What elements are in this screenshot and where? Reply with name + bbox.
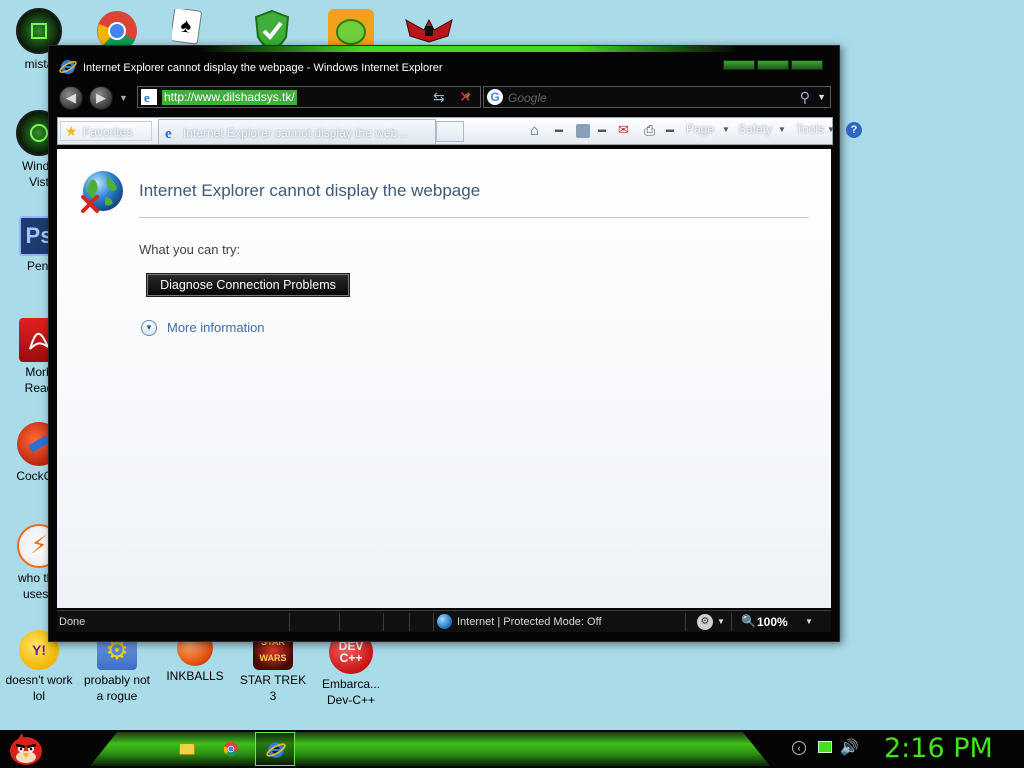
new-tab-button[interactable] <box>436 121 464 142</box>
status-separator <box>433 613 434 631</box>
search-options-dropdown-icon[interactable]: ▼ <box>817 92 826 102</box>
safety-menu[interactable]: Safety <box>738 122 772 136</box>
status-separator <box>409 613 410 631</box>
home-icon[interactable]: ⌂ <box>530 122 546 139</box>
forward-button[interactable]: ▶ <box>89 86 113 110</box>
internet-zone-icon <box>437 614 452 629</box>
status-bar: Done Internet | Protected Mode: Off ⚙ ▼ … <box>57 610 831 632</box>
title-bar[interactable]: Internet Explorer cannot display the web… <box>49 54 839 82</box>
ie-page-icon: e <box>141 89 157 105</box>
refresh-icon[interactable]: ⇆ <box>433 89 445 106</box>
page-menu[interactable]: Page <box>686 122 714 136</box>
folder-icon <box>179 743 195 755</box>
desktop-icon-eagle[interactable] <box>404 14 454 44</box>
status-separator <box>731 613 732 631</box>
tray-expand-icon[interactable]: ‹ <box>792 741 806 755</box>
window-controls <box>723 60 823 72</box>
desktop-icon-label: Embarca... Dev-C++ <box>321 677 381 707</box>
desktop-icon-label: probably not a rogue <box>83 673 151 703</box>
page-menu-dropdown-icon[interactable]: ▼ <box>722 125 730 134</box>
title-divider <box>139 217 809 218</box>
zoom-level[interactable]: 100% <box>757 615 788 629</box>
page-title: Internet Explorer cannot display the web… <box>139 181 481 200</box>
help-icon[interactable]: ? <box>846 122 862 138</box>
tab-label: Internet Explorer cannot display the web… <box>183 126 408 140</box>
window-title: Internet Explorer cannot display the web… <box>83 62 443 74</box>
tools-menu[interactable]: Tools <box>796 122 824 136</box>
maximize-button[interactable] <box>757 60 789 70</box>
ie-page-icon: e <box>165 126 172 140</box>
status-separator <box>339 613 340 631</box>
feeds-dropdown-icon[interactable]: ▬ <box>598 125 606 134</box>
address-url[interactable]: http://www.dilshadsys.tk/ <box>162 90 297 105</box>
command-bar: ★ Favorites e Internet Explorer cannot d… <box>57 117 862 145</box>
desktop-icon-label: INKBALLS <box>166 669 224 683</box>
window-glow <box>199 46 739 52</box>
tab-current[interactable]: e Internet Explorer cannot display the w… <box>158 119 436 144</box>
favorites-star-icon: ★ <box>65 123 78 139</box>
favorites-button[interactable]: ★ Favorites <box>60 121 152 141</box>
desktop-icon-solitaire[interactable]: ♠ <box>172 9 206 45</box>
more-information-link[interactable]: More information <box>167 320 265 335</box>
taskbar-explorer-button[interactable] <box>174 736 200 762</box>
chrome-icon <box>97 11 137 45</box>
taskbar: ‹ 🔊 2:16 PM <box>0 730 1024 768</box>
page-content: Internet Explorer cannot display the web… <box>57 149 831 608</box>
zoom-dropdown-icon[interactable]: ▼ <box>805 617 813 626</box>
what-you-can-try-label: What you can try: <box>139 242 241 257</box>
stop-icon[interactable]: ✕ <box>459 88 472 106</box>
svg-text:e: e <box>165 126 172 140</box>
search-box[interactable]: G Google ⚲ ▼ <box>483 86 831 108</box>
search-icon[interactable]: ⚲ <box>800 89 810 106</box>
recent-pages-dropdown[interactable]: ▼ <box>119 93 128 103</box>
close-button[interactable] <box>791 60 823 70</box>
safety-menu-dropdown-icon[interactable]: ▼ <box>778 125 786 134</box>
status-separator <box>383 613 384 631</box>
taskbar-chrome-button[interactable] <box>218 736 244 762</box>
desktop-icon-chrome[interactable] <box>95 9 139 45</box>
home-dropdown-icon[interactable]: ▬ <box>555 125 563 134</box>
print-dropdown-icon[interactable]: ▬ <box>666 125 674 134</box>
status-text: Done <box>59 616 86 628</box>
diagnose-connection-button[interactable]: Diagnose Connection Problems <box>146 273 350 297</box>
chrome-icon <box>223 741 239 757</box>
address-bar[interactable]: e http://www.dilshadsys.tk/ ▼ <box>137 86 481 108</box>
security-dropdown-icon[interactable]: ▼ <box>717 617 725 626</box>
search-placeholder[interactable]: Google <box>508 91 547 105</box>
globe-error-icon <box>81 171 123 213</box>
desktop-icon-label: STAR TREK 3 <box>239 673 307 703</box>
shield-icon <box>254 9 290 45</box>
print-icon[interactable]: ⎙ <box>644 122 660 138</box>
ie-window[interactable]: Internet Explorer cannot display the web… <box>48 45 862 642</box>
desktop-icon-angry-birds[interactable] <box>328 9 374 45</box>
desktop-icon-label: doesn't work lol <box>5 673 73 703</box>
security-zone-text[interactable]: Internet | Protected Mode: Off <box>457 616 602 628</box>
angry-birds-icon <box>328 9 374 45</box>
status-separator <box>289 613 290 631</box>
mail-icon[interactable]: ✉ <box>618 122 634 138</box>
back-button[interactable]: ◀ <box>59 86 83 110</box>
zoom-icon[interactable]: 🔍 <box>741 614 756 628</box>
minimize-button[interactable] <box>723 60 755 70</box>
volume-icon[interactable]: 🔊 <box>840 738 859 756</box>
tools-menu-dropdown-icon[interactable]: ▼ <box>827 125 835 134</box>
taskbar-ie-button[interactable] <box>255 732 295 766</box>
desktop-icon-shield[interactable] <box>252 9 292 45</box>
svg-text:e: e <box>144 90 150 105</box>
navigation-bar: ◀ ▶ ▼ e http://www.dilshadsys.tk/ ▼ ⇆ ✕ … <box>49 82 839 112</box>
network-icon[interactable] <box>818 741 832 753</box>
eagle-icon <box>405 18 453 43</box>
cards-icon: ♠ <box>172 9 203 45</box>
security-status-icon[interactable]: ⚙ <box>697 614 713 630</box>
google-icon: G <box>487 89 503 105</box>
favorites-label: Favorites <box>83 125 133 139</box>
status-separator <box>685 613 686 631</box>
feeds-icon[interactable] <box>576 124 590 138</box>
chevron-down-icon: ▼ <box>141 320 157 336</box>
devcpp-icon-text: DEV C++ <box>338 639 364 665</box>
ie-logo-icon <box>59 60 77 74</box>
start-button-angry-bird-icon[interactable] <box>6 731 46 767</box>
ie-logo-icon <box>266 742 286 758</box>
taskbar-clock[interactable]: 2:16 PM <box>884 733 993 764</box>
